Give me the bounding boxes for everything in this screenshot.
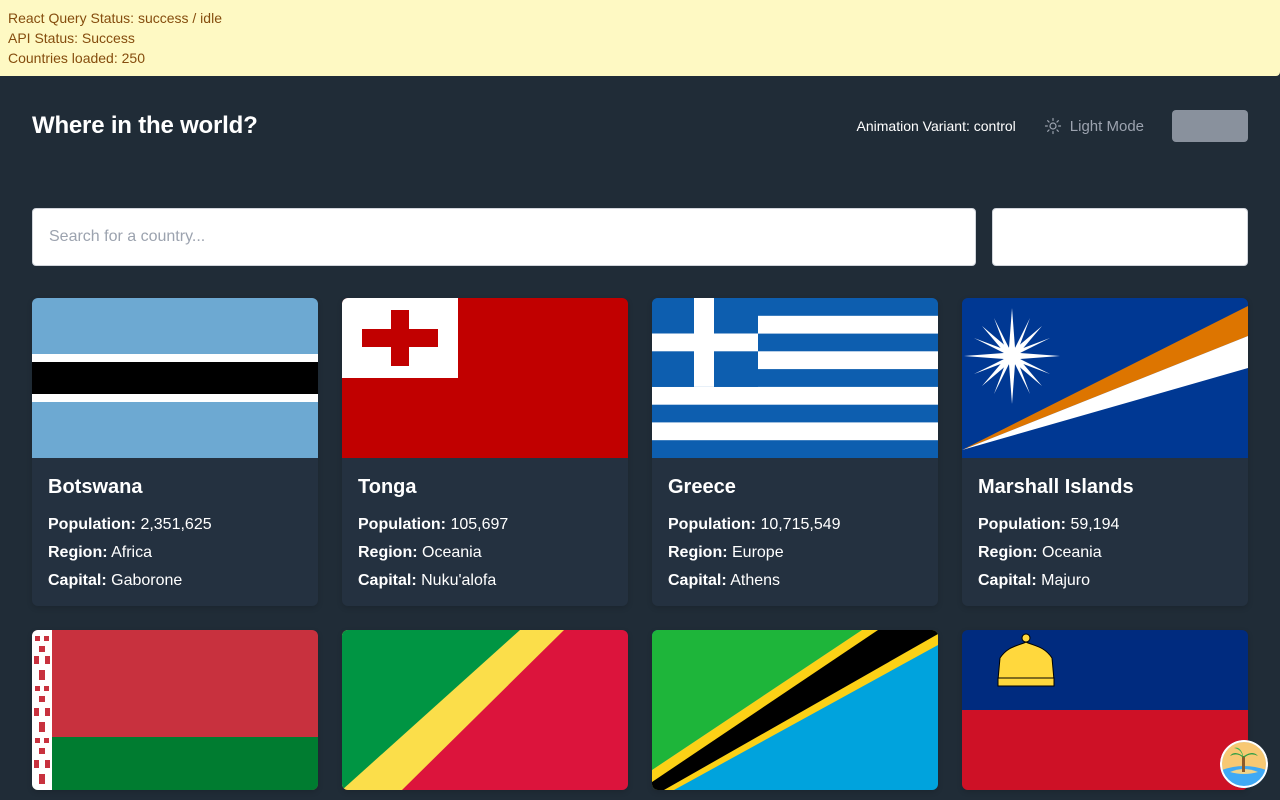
congo-flag-image [342, 630, 628, 790]
country-region: Region: Europe [668, 544, 784, 561]
country-population: Population: 2,351,625 [48, 516, 212, 533]
floating-app-badge[interactable] [1220, 740, 1268, 788]
marshall-islands-flag-image [962, 298, 1248, 458]
app-header: Where in the world? Animation Variant: c… [32, 108, 1248, 144]
animation-variant-label: Animation Variant: control [856, 118, 1016, 134]
theme-toggle-label: Light Mode [1069, 117, 1144, 135]
liechtenstein-flag-image [962, 630, 1248, 790]
belarus-flag-image [32, 630, 318, 790]
country-population: Population: 59,194 [978, 516, 1120, 533]
country-card[interactable]: Tonga Population: 105,697 Region: Oceani… [342, 298, 628, 606]
country-population: Population: 10,715,549 [668, 516, 841, 533]
theme-toggle-button[interactable]: Light Mode [1044, 117, 1144, 135]
tanzania-flag-image [652, 630, 938, 790]
country-card[interactable]: Marshall Islands Population: 59,194 Regi… [962, 298, 1248, 606]
country-region: Region: Oceania [358, 544, 482, 561]
search-input[interactable] [49, 209, 975, 265]
debug-status-banner: React Query Status: success / idle API S… [0, 0, 1280, 76]
country-card[interactable]: Greece Population: 10,715,549 Region: Eu… [652, 298, 938, 606]
sun-icon [1044, 117, 1061, 135]
greece-flag-image [652, 298, 938, 458]
island-palm-icon [1220, 740, 1268, 788]
country-card[interactable] [962, 630, 1248, 790]
country-name: Tonga [358, 476, 417, 498]
country-region: Region: Oceania [978, 544, 1102, 561]
region-filter-select[interactable] [992, 208, 1248, 266]
page-title: Where in the world? [32, 112, 258, 139]
country-name: Botswana [48, 476, 143, 498]
country-capital: Capital: Majuro [978, 572, 1091, 589]
country-card[interactable] [342, 630, 628, 790]
country-name: Greece [668, 476, 736, 498]
country-capital: Capital: Gaborone [48, 572, 183, 589]
country-card[interactable] [32, 630, 318, 790]
country-capital: Capital: Athens [668, 572, 781, 589]
country-region: Region: Africa [48, 544, 153, 561]
country-card[interactable]: Botswana Population: 2,351,625 Region: A… [32, 298, 318, 606]
botswana-flag-image [32, 298, 318, 458]
country-capital: Capital: Nuku'alofa [358, 572, 497, 589]
api-status: API Status: Success [8, 30, 135, 46]
country-card[interactable] [652, 630, 938, 790]
search-box [32, 208, 976, 266]
header-action-button[interactable] [1172, 110, 1248, 142]
react-query-status: React Query Status: success / idle [8, 10, 222, 26]
country-population: Population: 105,697 [358, 516, 509, 533]
country-name: Marshall Islands [978, 476, 1134, 498]
header-actions: Animation Variant: control Light Mode [857, 110, 1248, 142]
countries-loaded-count: Countries loaded: 250 [8, 50, 145, 66]
tonga-flag-image [342, 298, 628, 458]
